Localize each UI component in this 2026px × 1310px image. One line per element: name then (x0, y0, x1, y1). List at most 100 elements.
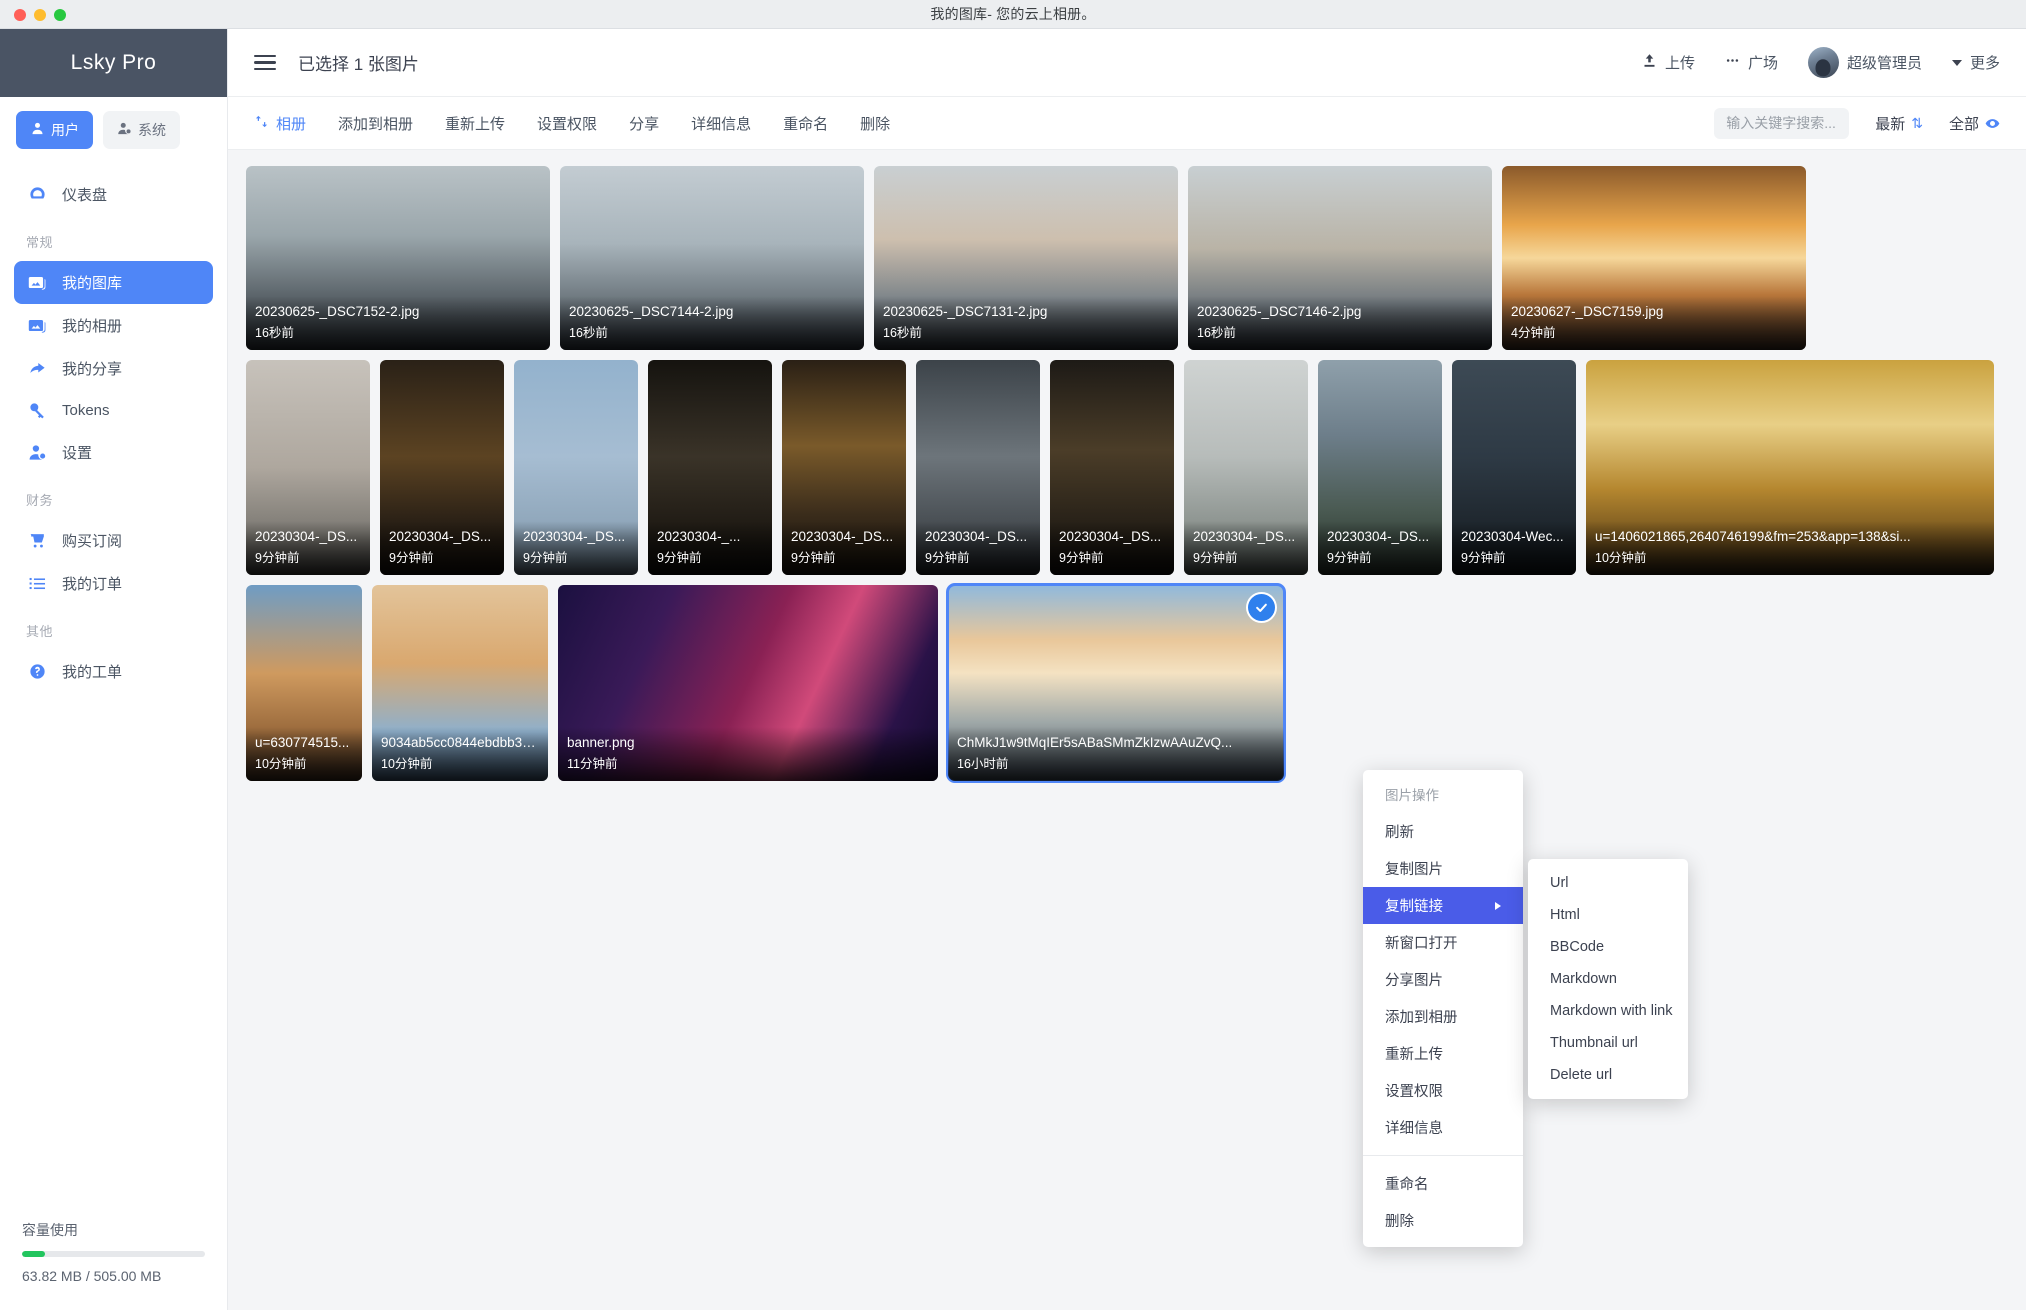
upload-button[interactable]: 上传 (1642, 52, 1695, 73)
gallery-thumbnail[interactable]: 20230304-_DS... 9分钟前 (782, 360, 906, 575)
toolbar-button-details[interactable]: 详细信息 (691, 113, 751, 134)
toolbar-button-label: 详细信息 (691, 115, 752, 133)
gallery-thumbnail[interactable]: 20230627-_DSC7159.jpg 4分钟前 (1502, 166, 1806, 350)
search-input[interactable] (1714, 107, 1850, 139)
context-menu-item[interactable]: 重命名 (1363, 1165, 1523, 1202)
context-menu-item[interactable]: 复制图片 (1363, 850, 1523, 887)
gallery-thumbnail[interactable]: ChMkJ1w9tMqIEr5sABaSMmZkIzwAAuZvQ... 16小时… (946, 583, 1286, 783)
submenu-item[interactable]: Markdown with link (1528, 995, 1688, 1027)
gallery-thumbnail[interactable]: 20230304-_DS... 9分钟前 (1184, 360, 1308, 575)
toolbar-button-reupload[interactable]: 重新上传 (445, 113, 505, 134)
gallery-thumbnail[interactable]: 20230625-_DSC7144-2.jpg 16秒前 (560, 166, 864, 350)
gallery-thumbnail[interactable]: 20230304-_DS... 9分钟前 (246, 360, 370, 575)
window-titlebar: 我的图库- 您的云上相册。 (0, 0, 2026, 29)
gallery-thumbnail[interactable]: banner.png 11分钟前 (558, 585, 938, 781)
toolbar-button-label: 删除 (860, 115, 891, 133)
gallery-thumbnail[interactable]: 20230625-_DSC7152-2.jpg 16秒前 (246, 166, 550, 350)
submenu-item[interactable]: Html (1528, 899, 1688, 931)
hamburger-icon[interactable] (254, 54, 276, 71)
context-menu-item[interactable]: 设置权限 (1363, 1072, 1523, 1109)
selection-check-icon[interactable] (1248, 594, 1275, 621)
context-menu-item[interactable]: 分享图片 (1363, 961, 1523, 998)
context-menu-item-label: 重命名 (1385, 1177, 1429, 1193)
gallery-thumbnail[interactable]: 20230304-_... 9分钟前 (648, 360, 772, 575)
context-menu-separator (1363, 1155, 1523, 1156)
sidebar-item-my-shares[interactable]: 我的分享 (14, 347, 213, 390)
gallery-thumbnail[interactable]: u=630774515... 10分钟前 (246, 585, 362, 781)
gallery-thumbnail[interactable]: 20230304-_DS... 9分钟前 (514, 360, 638, 575)
sidebar-group-label-other: 其他 (26, 624, 54, 639)
sidebar-group-label-finance: 财务 (26, 493, 54, 508)
submenu-item[interactable]: Thumbnail url (1528, 1027, 1688, 1059)
submenu-item[interactable]: Url (1528, 867, 1688, 899)
thumbnail-timestamp: 11分钟前 (567, 757, 618, 771)
sidebar-item-my-gallery[interactable]: 我的图库 (14, 261, 213, 304)
sidebar-item-tokens[interactable]: Tokens (14, 390, 213, 431)
thumbnail-timestamp: 10分钟前 (381, 757, 433, 771)
gallery-thumbnail[interactable]: 20230625-_DSC7131-2.jpg 16秒前 (874, 166, 1178, 350)
context-menu-item[interactable]: 重新上传 (1363, 1035, 1523, 1072)
toolbar-button-rename[interactable]: 重命名 (783, 113, 828, 134)
thumbnail-caption: 20230304-_DS... 9分钟前 (1318, 521, 1442, 575)
context-menu-item[interactable]: 新窗口打开 (1363, 924, 1523, 961)
sidebar-item-dashboard[interactable]: 仪表盘 (14, 173, 213, 216)
maximize-window-button[interactable] (54, 9, 66, 21)
sort-label: 最新 (1875, 115, 1906, 133)
context-menu-item[interactable]: 复制链接 (1363, 887, 1523, 924)
segment-user[interactable]: 用户 (16, 111, 93, 149)
chevron-down-icon (1951, 59, 1962, 66)
app-logo[interactable]: Lsky Pro (0, 29, 227, 97)
filter-selector[interactable]: 全部 (1949, 113, 2000, 134)
context-menu-item[interactable]: 详细信息 (1363, 1109, 1523, 1146)
thumbnail-caption: 20230627-_DSC7159.jpg 4分钟前 (1502, 296, 1806, 350)
gallery-thumbnail[interactable]: 20230625-_DSC7146-2.jpg 16秒前 (1188, 166, 1492, 350)
thumbnail-filename: 20230304-_DS... (1193, 529, 1296, 544)
sidebar-item-my-orders[interactable]: 我的订单 (14, 562, 213, 605)
list-icon (28, 574, 47, 593)
gallery-thumbnail[interactable]: 20230304-_DS... 9分钟前 (380, 360, 504, 575)
sort-selector[interactable]: 最新 ⇅ (1875, 113, 1923, 134)
sidebar-item-my-tickets[interactable]: 我的工单 (14, 650, 213, 693)
thumbnail-timestamp: 10分钟前 (1595, 551, 1647, 565)
sidebar-item-settings[interactable]: 设置 (14, 431, 213, 474)
gallery-thumbnail[interactable]: 20230304-_DS... 9分钟前 (1050, 360, 1174, 575)
sidebar-item-buy-subscription[interactable]: 购买订阅 (14, 519, 213, 562)
sidebar-item-label: 我的相册 (62, 318, 123, 335)
gallery-thumbnail[interactable]: 20230304-_DS... 9分钟前 (916, 360, 1040, 575)
submenu-item[interactable]: Delete url (1528, 1059, 1688, 1091)
context-menu-item[interactable]: 刷新 (1363, 813, 1523, 850)
thumbnail-timestamp: 4分钟前 (1511, 326, 1556, 340)
segment-system[interactable]: 系统 (103, 111, 180, 149)
thumbnail-filename: banner.png (567, 735, 635, 750)
thumbnail-filename: 20230304-_DS... (1327, 529, 1430, 544)
context-menu-title: 图片操作 (1385, 788, 1439, 803)
thumbnail-filename: 20230304-_DS... (389, 529, 492, 544)
thumbnail-filename: 20230304-_DS... (255, 529, 358, 544)
toolbar-button-add-to-album[interactable]: 添加到相册 (338, 113, 413, 134)
gallery-thumbnail[interactable]: 9034ab5cc0844ebdbb39d... 10分钟前 (372, 585, 548, 781)
thumbnail-filename: ChMkJ1w9tMqIEr5sABaSMmZkIzwAAuZvQ... (957, 735, 1233, 750)
toolbar-button-set-permission[interactable]: 设置权限 (537, 113, 597, 134)
gallery-thumbnail[interactable]: 20230304-Wec... 9分钟前 (1452, 360, 1576, 575)
close-window-button[interactable] (14, 9, 26, 21)
segment-user-label: 用户 (51, 122, 79, 138)
window-controls[interactable] (14, 9, 66, 21)
sidebar-item-label: 仪表盘 (62, 187, 108, 204)
user-menu[interactable]: 超级管理员 (1807, 47, 1922, 78)
gallery-thumbnail[interactable]: u=1406021865,2640746199&fm=253&app=138&s… (1586, 360, 1994, 575)
submenu-item[interactable]: BBCode (1528, 931, 1688, 963)
sidebar-item-my-albums[interactable]: 我的相册 (14, 304, 213, 347)
context-menu-item[interactable]: 删除 (1363, 1202, 1523, 1239)
more-menu-button[interactable]: 更多 (1951, 52, 2000, 73)
submenu-item[interactable]: Markdown (1528, 963, 1688, 995)
minimize-window-button[interactable] (34, 9, 46, 21)
avatar (1807, 47, 1839, 78)
toolbar-button-share[interactable]: 分享 (629, 113, 659, 134)
plaza-button[interactable]: 广场 (1725, 52, 1778, 73)
toolbar-button-delete[interactable]: 删除 (860, 113, 890, 134)
toolbar-button-album[interactable]: 相册 (254, 113, 306, 134)
context-menu-item[interactable]: 添加到相册 (1363, 998, 1523, 1035)
context-menu-item-label: 重新上传 (1385, 1047, 1443, 1063)
gallery-thumbnail[interactable]: 20230304-_DS... 9分钟前 (1318, 360, 1442, 575)
header-actions: 上传 广场 超级管理员 更多 (1642, 47, 2000, 78)
